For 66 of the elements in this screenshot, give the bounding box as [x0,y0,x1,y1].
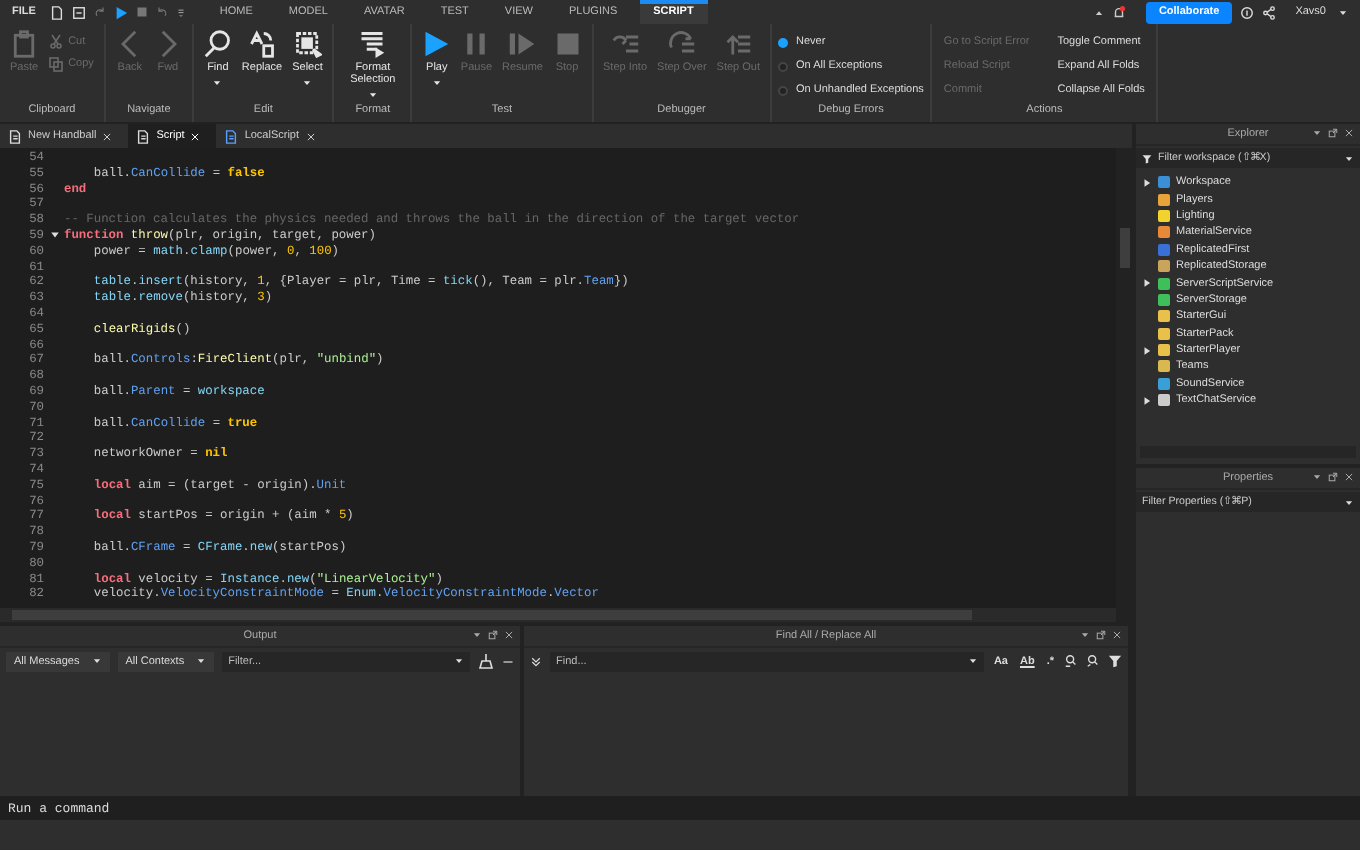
caret-icon [1344,497,1354,507]
undock-icon[interactable] [1328,472,1338,482]
caret-icon [1080,630,1090,640]
caret-icon [454,656,464,666]
close-icon[interactable] [305,131,316,141]
selection-icon [293,30,322,58]
expand-arrow-icon[interactable] [1142,395,1152,406]
filter-icon[interactable] [1142,153,1152,163]
caret-icon [1338,7,1348,17]
step-out-icon [724,30,753,58]
expand-arrow-icon[interactable] [1142,177,1152,188]
more-icon[interactable] [175,6,186,18]
close-icon[interactable] [1112,630,1122,640]
undock-icon[interactable] [488,630,498,640]
script-icon [136,129,151,143]
redo-icon[interactable] [93,6,106,18]
caret-icon [472,630,482,640]
step-over-icon [667,30,696,58]
caret-icon [1312,128,1322,138]
stop-icon [553,30,581,58]
find-previous-icon[interactable] [1064,654,1078,668]
caret-icon [91,656,102,666]
close-icon[interactable] [504,630,514,640]
document-icon[interactable] [49,5,64,19]
replace-icon [248,30,277,58]
close-icon[interactable] [1344,128,1354,138]
caret-icon [967,656,978,666]
undock-icon[interactable] [1096,630,1106,640]
info-icon[interactable] [1239,5,1254,19]
search-icon [203,30,232,58]
chevron-up-icon[interactable] [1094,7,1105,17]
broom-icon[interactable] [478,652,494,670]
resume-icon [508,30,537,58]
find-next-icon[interactable] [1086,654,1100,668]
caret-icon [1312,472,1322,482]
radio-indicator[interactable] [778,85,789,95]
close-icon[interactable] [1344,472,1354,482]
horizontal-scrollbar[interactable] [0,608,1116,622]
format-lines-icon [358,30,387,58]
radio-indicator[interactable] [778,37,789,47]
script-icon [8,129,22,143]
close-icon[interactable] [102,131,113,141]
caret-icon [196,656,207,666]
caret-icon [1344,153,1354,163]
minus-icon[interactable] [502,655,514,667]
clipboard-icon [10,30,39,58]
play-icon [422,30,451,58]
step-into-icon [611,30,640,58]
expand-arrow-icon[interactable] [1142,345,1152,356]
undock-icon[interactable] [1328,128,1338,138]
double-chevron-icon[interactable] [530,655,542,667]
vertical-scrollbar[interactable] [1116,148,1132,622]
pause-icon [462,30,491,58]
scissors-icon [48,33,65,49]
undo-icon[interactable] [155,6,168,18]
play-icon[interactable] [113,5,128,19]
script-icon [224,129,239,143]
filter-icon[interactable] [1108,654,1122,668]
fold-arrow-icon[interactable] [49,230,59,241]
stop-icon[interactable] [135,6,148,18]
share-icon[interactable] [1261,5,1276,19]
window-icon[interactable] [71,5,86,19]
copy-icon [48,55,65,71]
bell-icon[interactable] [1112,5,1127,19]
radio-indicator[interactable] [778,61,789,71]
expand-arrow-icon[interactable] [1142,278,1152,289]
